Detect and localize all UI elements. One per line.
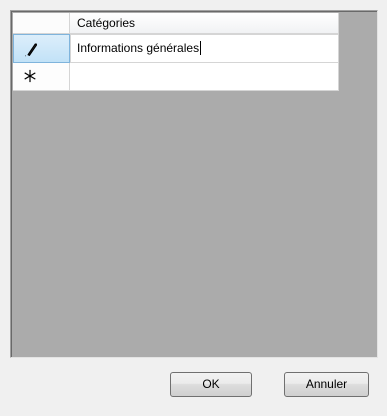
table-row-new[interactable] xyxy=(13,63,339,91)
row-header-new[interactable] xyxy=(13,63,70,91)
category-cell-editor[interactable]: Informations générales xyxy=(70,34,339,63)
new-row-asterisk-icon xyxy=(24,69,36,83)
cancel-button[interactable]: Annuler xyxy=(284,372,369,397)
categories-grid[interactable]: Catégories Informations générales xyxy=(10,10,378,358)
ok-button[interactable]: OK xyxy=(170,372,252,397)
table-row[interactable]: Informations générales xyxy=(13,34,339,63)
row-header-editing[interactable] xyxy=(13,34,70,63)
pencil-icon xyxy=(25,43,38,57)
category-cell-text: Informations générales xyxy=(77,41,200,55)
new-category-cell[interactable] xyxy=(70,63,339,91)
text-caret xyxy=(200,40,202,55)
column-header-categories[interactable]: Catégories xyxy=(70,13,339,34)
grid-corner-header[interactable] xyxy=(13,13,70,34)
